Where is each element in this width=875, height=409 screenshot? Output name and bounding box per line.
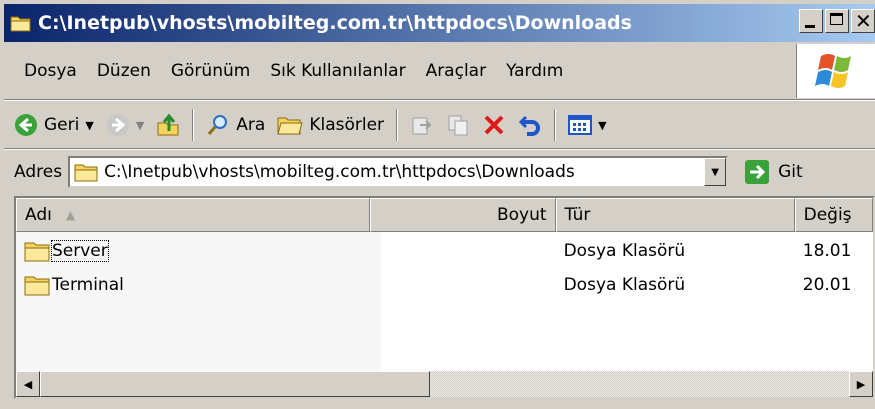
views-button[interactable]: ▼: [564, 107, 610, 143]
column-header-name[interactable]: Adı ▲: [16, 198, 371, 232]
chevron-down-icon[interactable]: ▼: [598, 119, 606, 132]
search-button[interactable]: Ara: [202, 107, 269, 143]
maximize-button[interactable]: [825, 9, 849, 33]
column-headers: Adı ▲ Boyut Tür Değiş: [16, 198, 873, 232]
back-arrow-icon: [15, 114, 37, 136]
menu-gorunum[interactable]: Görünüm: [161, 61, 260, 81]
forward-arrow-icon: [106, 114, 129, 136]
undo-button[interactable]: [514, 107, 546, 143]
folders-label: Klasörler: [309, 115, 385, 135]
windows-logo: [796, 44, 875, 98]
address-dropdown-button[interactable]: ▼: [704, 158, 727, 186]
explorer-window: C:\Inetpub\vhosts\mobilteg.com.tr\httpdo…: [0, 0, 875, 409]
column-name-label: Adı: [25, 205, 52, 225]
list-item-type: Dosya Klasörü: [563, 275, 686, 295]
toolbar-separator: [192, 109, 195, 141]
menu-separator: [4, 99, 875, 101]
copy-to-icon: [448, 115, 468, 136]
back-button[interactable]: Geri ▼: [10, 107, 98, 143]
chevron-right-icon: ▶: [856, 377, 866, 391]
delete-icon: [484, 115, 504, 135]
file-list[interactable]: Adı ▲ Boyut Tür Değiş Server Dosya Klasö…: [14, 196, 875, 399]
delete-button[interactable]: [478, 107, 510, 143]
folders-button[interactable]: Klasörler: [273, 107, 388, 143]
menu-duzen[interactable]: Düzen: [87, 61, 161, 81]
list-item-name: Terminal: [52, 275, 124, 295]
list-item-modified: 20.01: [802, 275, 852, 295]
views-icon: [568, 115, 593, 135]
close-button[interactable]: ✕: [851, 9, 875, 33]
scroll-thumb[interactable]: [40, 371, 430, 397]
folder-icon: [24, 276, 50, 296]
list-item[interactable]: Server Dosya Klasörü 18.01: [16, 234, 873, 268]
go-label: Git: [778, 162, 803, 182]
folder-icon: [10, 16, 31, 32]
scroll-track[interactable]: [430, 371, 849, 397]
windows-flag-icon: [815, 54, 851, 88]
chevron-down-icon: ▼: [711, 166, 719, 178]
list-item-type: Dosya Klasörü: [563, 241, 686, 261]
title-bar[interactable]: C:\Inetpub\vhosts\mobilteg.com.tr\httpdo…: [4, 4, 875, 42]
menu-dosya[interactable]: Dosya: [14, 61, 87, 81]
column-header-type[interactable]: Tür: [555, 198, 795, 232]
go-button[interactable]: Git: [744, 159, 803, 185]
folder-icon: [74, 164, 98, 182]
copy-to-button[interactable]: [442, 107, 474, 143]
undo-icon: [518, 115, 541, 136]
minimize-icon: [805, 25, 815, 28]
column-header-size[interactable]: Boyut: [370, 198, 556, 232]
go-arrow-icon: [745, 160, 770, 184]
close-icon: ✕: [855, 9, 872, 33]
chevron-down-icon[interactable]: ▼: [85, 119, 93, 132]
move-to-icon: [412, 117, 432, 135]
minimize-button[interactable]: [799, 9, 823, 33]
list-item[interactable]: Terminal Dosya Klasörü 20.01: [16, 268, 873, 302]
address-value: C:\Inetpub\vhosts\mobilteg.com.tr\httpdo…: [104, 162, 575, 182]
up-folder-button[interactable]: [152, 107, 184, 143]
back-label: Geri: [44, 115, 80, 135]
scroll-right-button[interactable]: ▶: [849, 371, 873, 397]
search-label: Ara: [236, 115, 266, 135]
folder-icon: [24, 242, 50, 262]
chevron-left-icon: ◀: [23, 377, 33, 391]
scroll-left-button[interactable]: ◀: [16, 371, 40, 397]
list-item-name: Server: [51, 240, 109, 262]
window-controls: ✕: [799, 9, 875, 33]
sort-ascending-icon: ▲: [65, 208, 76, 222]
menu-bar: Dosya Düzen Görünüm Sık Kullanılanlar Ar…: [14, 44, 794, 98]
address-bar: Adres C:\Inetpub\vhosts\mobilteg.com.tr\…: [14, 150, 864, 194]
toolbar-separator: [554, 109, 557, 141]
list-item-name-cell: Terminal: [16, 274, 370, 296]
window-title: C:\Inetpub\vhosts\mobilteg.com.tr\httpdo…: [38, 12, 632, 34]
horizontal-scrollbar[interactable]: ◀ ▶: [16, 371, 873, 397]
list-item-modified: 18.01: [802, 241, 852, 261]
toolbar: Geri ▼ ▼ Ara Klasörler ▼: [10, 102, 870, 148]
menu-tools[interactable]: Araçlar: [416, 61, 497, 81]
toolbar-separator: [396, 109, 399, 141]
maximize-icon: [830, 13, 843, 25]
menu-favorites[interactable]: Sık Kullanılanlar: [260, 61, 415, 81]
search-icon: [208, 115, 228, 135]
column-header-modified[interactable]: Değiş: [794, 198, 873, 232]
up-folder-icon: [157, 113, 179, 136]
forward-button[interactable]: ▼: [102, 107, 148, 143]
column-type-label: Tür: [564, 205, 591, 225]
address-input[interactable]: C:\Inetpub\vhosts\mobilteg.com.tr\httpdo…: [68, 156, 729, 188]
chevron-down-icon[interactable]: ▼: [136, 119, 144, 132]
column-size-label: Boyut: [496, 205, 547, 225]
column-modified-label: Değiş: [803, 205, 852, 225]
menu-help[interactable]: Yardım: [496, 61, 573, 81]
folders-icon: [277, 117, 303, 135]
address-label: Adres: [14, 162, 63, 182]
list-item-name-cell: Server: [16, 240, 370, 262]
move-to-button[interactable]: [406, 107, 438, 143]
